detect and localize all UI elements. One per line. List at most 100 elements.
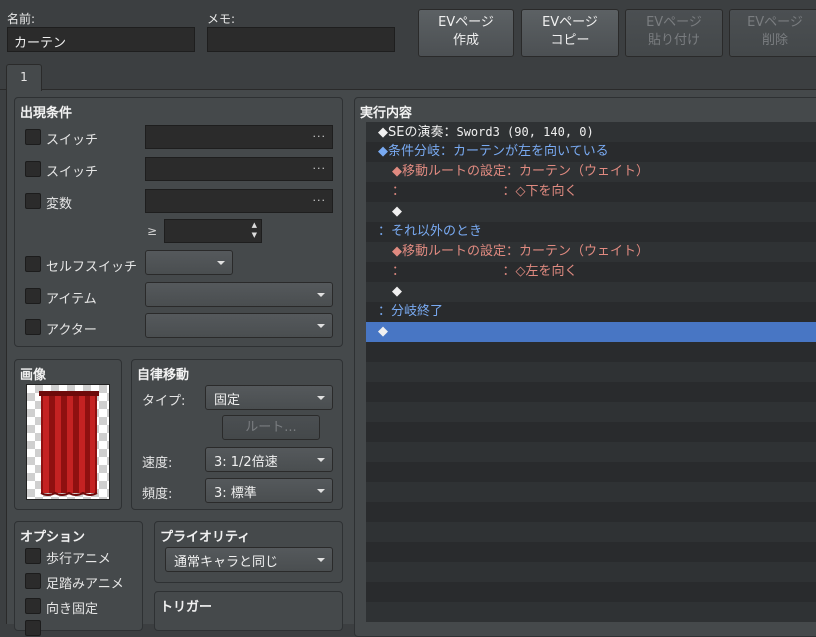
tab-page-1[interactable]: 1 xyxy=(6,64,42,91)
conditions-title: 出現条件 xyxy=(20,106,73,121)
contents-title: 実行内容 xyxy=(360,106,413,121)
direction-fix-label: 向き固定 xyxy=(46,602,99,617)
speed-label: 速度: xyxy=(142,456,173,471)
switch1-field[interactable]: ··· xyxy=(145,125,333,149)
command-row-empty[interactable] xyxy=(366,482,816,502)
command-row-empty[interactable] xyxy=(366,442,816,462)
direction-fix-checkbox[interactable] xyxy=(25,598,41,614)
switch1-checkbox[interactable] xyxy=(25,129,41,145)
chevron-down-icon xyxy=(317,489,325,493)
command-row-empty[interactable] xyxy=(366,402,816,422)
stepper-up-icon[interactable]: ▲ xyxy=(252,221,257,229)
memo-label: メモ: xyxy=(207,12,236,26)
command-row-empty[interactable] xyxy=(366,362,816,382)
item-select[interactable] xyxy=(145,282,333,307)
command-row-empty[interactable] xyxy=(366,462,816,482)
command-part: カーテン（ウェイト） xyxy=(519,164,650,179)
command-part: ◆移動ルートの設定： xyxy=(392,164,519,179)
command-row[interactable]: ：分岐終了 xyxy=(366,302,816,322)
command-row[interactable]: ◆ xyxy=(366,202,816,222)
copy-page-button[interactable]: EVページ コピー xyxy=(521,9,619,57)
command-row-empty[interactable] xyxy=(366,562,816,582)
command-text: ◆SEの演奏：Sword3 (90, 140, 0) xyxy=(366,125,594,140)
actor-checkbox[interactable] xyxy=(25,319,41,335)
curtain-graphic xyxy=(39,391,99,496)
actor-select[interactable] xyxy=(145,313,333,338)
chevron-down-icon xyxy=(317,558,325,562)
command-row-empty[interactable] xyxy=(366,522,816,542)
command-part: Sword3 (90, 140, 0) xyxy=(456,125,594,139)
speed-select[interactable]: 3: 1/2倍速 xyxy=(205,447,333,472)
self-switch-select[interactable] xyxy=(145,250,233,275)
command-part: ：◇下を向く xyxy=(502,184,578,199)
command-part: ◆ xyxy=(378,324,388,339)
walk-anim-checkbox[interactable] xyxy=(25,548,41,564)
command-row[interactable]: ◆ xyxy=(366,282,816,302)
command-row[interactable]: ：それ以外のとき xyxy=(366,222,816,242)
command-text: ◆ xyxy=(366,204,402,219)
actor-label: アクター xyxy=(46,323,97,338)
command-part: ◆SEの演奏： xyxy=(378,125,457,140)
more-icon: ··· xyxy=(312,162,326,175)
switch2-field[interactable]: ··· xyxy=(145,157,333,181)
command-part: ◆ xyxy=(392,204,402,219)
variable-field[interactable]: ··· xyxy=(145,189,333,213)
memo-input[interactable] xyxy=(207,27,395,52)
command-row-empty[interactable] xyxy=(366,502,816,522)
command-row[interactable]: ： ：◇左を向く xyxy=(366,262,816,282)
options-title: オプション xyxy=(20,530,86,545)
switch2-label: スイッチ xyxy=(46,165,99,180)
name-input[interactable]: カーテン xyxy=(7,27,195,52)
paste-page-button[interactable]: EVページ 貼り付け xyxy=(625,9,723,57)
command-text: ◆ xyxy=(366,284,402,299)
command-row-empty[interactable] xyxy=(366,342,816,362)
command-row[interactable]: ◆移動ルートの設定：カーテン（ウェイト） xyxy=(366,242,816,262)
command-row-empty[interactable] xyxy=(366,602,816,622)
item-checkbox[interactable] xyxy=(25,288,41,304)
self-switch-checkbox[interactable] xyxy=(25,256,41,272)
priority-select[interactable]: 通常キャラと同じ xyxy=(165,547,333,572)
new-page-button[interactable]: EVページ 作成 xyxy=(418,9,514,57)
command-row-empty[interactable] xyxy=(366,382,816,402)
self-switch-label: セルフスイッチ xyxy=(46,260,138,275)
through-checkbox[interactable] xyxy=(25,620,41,636)
command-part: ： xyxy=(392,184,399,199)
variable-checkbox[interactable] xyxy=(25,193,41,209)
type-select[interactable]: 固定 xyxy=(205,385,333,410)
walk-anim-label: 歩行アニメ xyxy=(46,552,111,567)
step-anim-checkbox[interactable] xyxy=(25,573,41,589)
priority-value: 通常キャラと同じ xyxy=(174,555,279,570)
command-row-empty[interactable] xyxy=(366,542,816,562)
command-row-empty[interactable] xyxy=(366,422,816,442)
switch1-label: スイッチ xyxy=(46,133,99,148)
command-part: ◆ xyxy=(392,284,402,299)
command-row[interactable]: ◆移動ルートの設定：カーテン（ウェイト） xyxy=(366,162,816,182)
command-text: ◆条件分岐：カーテンが左を向いている xyxy=(366,144,609,159)
stepper-down-icon[interactable]: ▼ xyxy=(252,231,257,239)
frequency-select[interactable]: 3: 標準 xyxy=(205,478,333,503)
command-row[interactable]: ： ：◇下を向く xyxy=(366,182,816,202)
command-row[interactable]: ◆SEの演奏：Sword3 (90, 140, 0) xyxy=(366,122,816,142)
switch2-checkbox[interactable] xyxy=(25,161,41,177)
route-button[interactable]: ルート... xyxy=(222,415,320,440)
more-icon: ··· xyxy=(312,130,326,143)
command-text: ：それ以外のとき xyxy=(366,224,482,239)
chevron-down-icon xyxy=(317,458,325,462)
priority-title: プライオリティ xyxy=(160,530,251,545)
name-label: 名前: xyxy=(7,12,36,26)
variable-value-stepper[interactable]: ▲ ▼ xyxy=(164,219,262,243)
page-tab-bar xyxy=(0,60,816,90)
chevron-down-icon xyxy=(217,261,225,265)
command-row-empty[interactable] xyxy=(366,582,816,602)
command-part: ◆条件分岐：カーテンが左を向いている xyxy=(378,144,609,159)
gte-symbol: ≥ xyxy=(147,224,158,238)
command-list[interactable]: ◆SEの演奏：Sword3 (90, 140, 0) ◆条件分岐：カーテンが左を向… xyxy=(366,122,816,624)
command-row[interactable]: ◆ xyxy=(366,322,816,342)
command-text: ◆ xyxy=(366,324,388,339)
command-part: ◆移動ルートの設定： xyxy=(392,244,519,259)
command-row[interactable]: ◆条件分岐：カーテンが左を向いている xyxy=(366,142,816,162)
command-text: ： ：◇下を向く xyxy=(366,184,578,199)
character-image[interactable] xyxy=(26,384,110,500)
delete-page-button[interactable]: EVページ 削除 xyxy=(729,9,816,57)
frequency-label: 頻度: xyxy=(142,487,173,502)
